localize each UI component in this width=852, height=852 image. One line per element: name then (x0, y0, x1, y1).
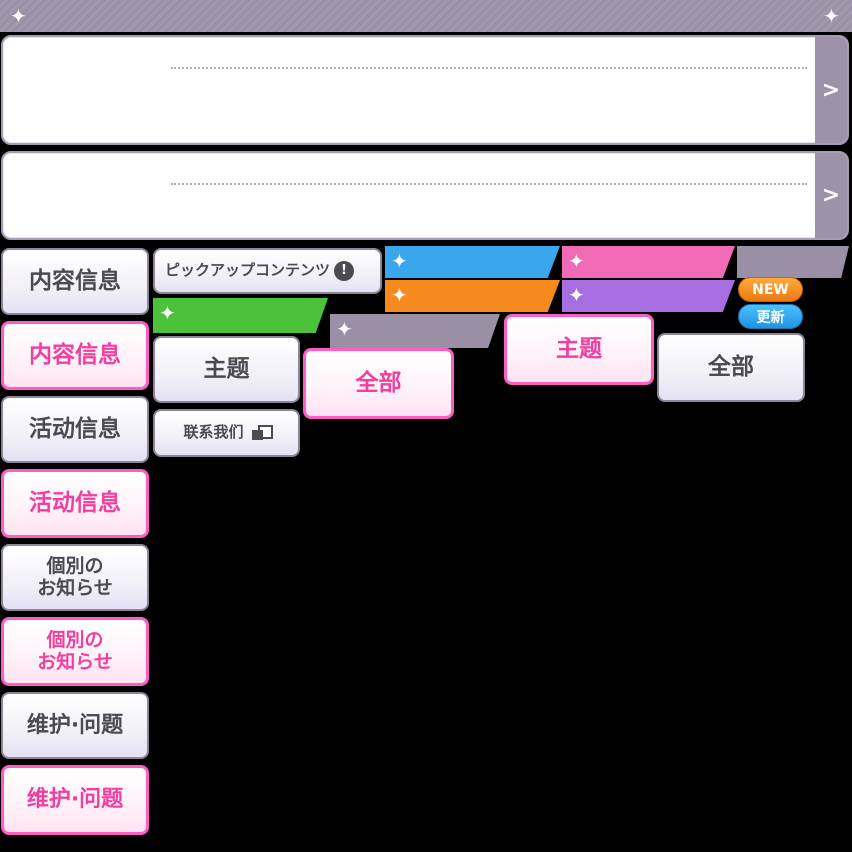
ribbon-pink: ✦ (562, 246, 735, 278)
ribbon-orange: ✦ (385, 280, 560, 312)
filter-label: 全部 (708, 354, 754, 381)
ribbon-blue: ✦ (385, 246, 560, 278)
alert-icon: ! (334, 261, 355, 281)
sidebar-item-label: 個別の お知らせ (37, 628, 113, 673)
filter-theme-button[interactable]: 主题 (153, 336, 300, 403)
sidebar-item-label: 活动信息 (29, 416, 121, 443)
sparkle-icon: ✦ (10, 4, 27, 28)
sparkle-icon: ✦ (336, 317, 353, 341)
filter-theme-button-active[interactable]: 主题 (504, 314, 654, 385)
sidebar-item-event-info[interactable]: 活动信息 (1, 396, 149, 463)
sidebar-item-content-info[interactable]: 内容信息 (1, 248, 149, 315)
ribbon-purple: ✦ (562, 280, 735, 312)
sidebar-item-label: 维护·问题 (26, 787, 124, 813)
notice-panel[interactable]: > (1, 151, 849, 240)
ribbon-gray-secondary: ✦ (330, 314, 500, 348)
sparkle-icon: ✦ (391, 283, 408, 307)
filter-all-button-active[interactable]: 全部 (303, 348, 454, 419)
dotted-divider (171, 67, 807, 69)
chevron-right-icon[interactable]: > (815, 37, 847, 143)
sparkle-icon: ✦ (823, 4, 840, 28)
filter-label: 主题 (203, 356, 250, 383)
sparkle-icon: ✦ (391, 249, 408, 273)
contact-us-label: 联系我们 (183, 423, 244, 442)
sidebar-item-event-info-active[interactable]: 活动信息 (1, 469, 149, 538)
new-badge: NEW (738, 277, 803, 302)
external-link-icon (251, 425, 273, 441)
sidebar-item-content-info-active[interactable]: 内容信息 (1, 321, 149, 390)
sidebar-item-personal-notices-active[interactable]: 個別の お知らせ (1, 617, 149, 686)
header-bar (0, 0, 852, 32)
sparkle-icon: ✦ (159, 301, 176, 325)
filter-label: 全部 (355, 370, 402, 397)
ribbon-green: ✦ (153, 298, 328, 333)
pickup-contents-label: ピックアップコンテンツ (165, 261, 331, 280)
chevron-right-icon[interactable]: > (815, 153, 847, 238)
filter-label: 主题 (556, 336, 602, 363)
sidebar-item-personal-notices[interactable]: 個別の お知らせ (1, 544, 149, 611)
filter-all-button[interactable]: 全部 (657, 333, 805, 402)
dotted-divider (171, 183, 807, 185)
sidebar-item-label: 维护·问题 (26, 712, 124, 738)
contact-us-button[interactable]: 联系我们 (153, 409, 300, 457)
sidebar-item-label: 個別の お知らせ (37, 554, 113, 599)
sidebar-item-label: 内容信息 (29, 268, 121, 295)
sidebar-item-maintenance-active[interactable]: 维护·问题 (1, 765, 149, 835)
sidebar-item-maintenance[interactable]: 维护·问题 (1, 692, 149, 759)
sidebar-item-label: 内容信息 (29, 342, 121, 369)
update-badge: 更新 (738, 304, 803, 329)
sparkle-icon: ✦ (568, 249, 585, 273)
pickup-contents-button[interactable]: ピックアップコンテンツ ! (153, 248, 382, 294)
sparkle-icon: ✦ (568, 283, 585, 307)
ribbon-gray (737, 246, 849, 278)
notice-panel[interactable]: > (1, 35, 849, 145)
sidebar-item-label: 活动信息 (29, 490, 121, 517)
